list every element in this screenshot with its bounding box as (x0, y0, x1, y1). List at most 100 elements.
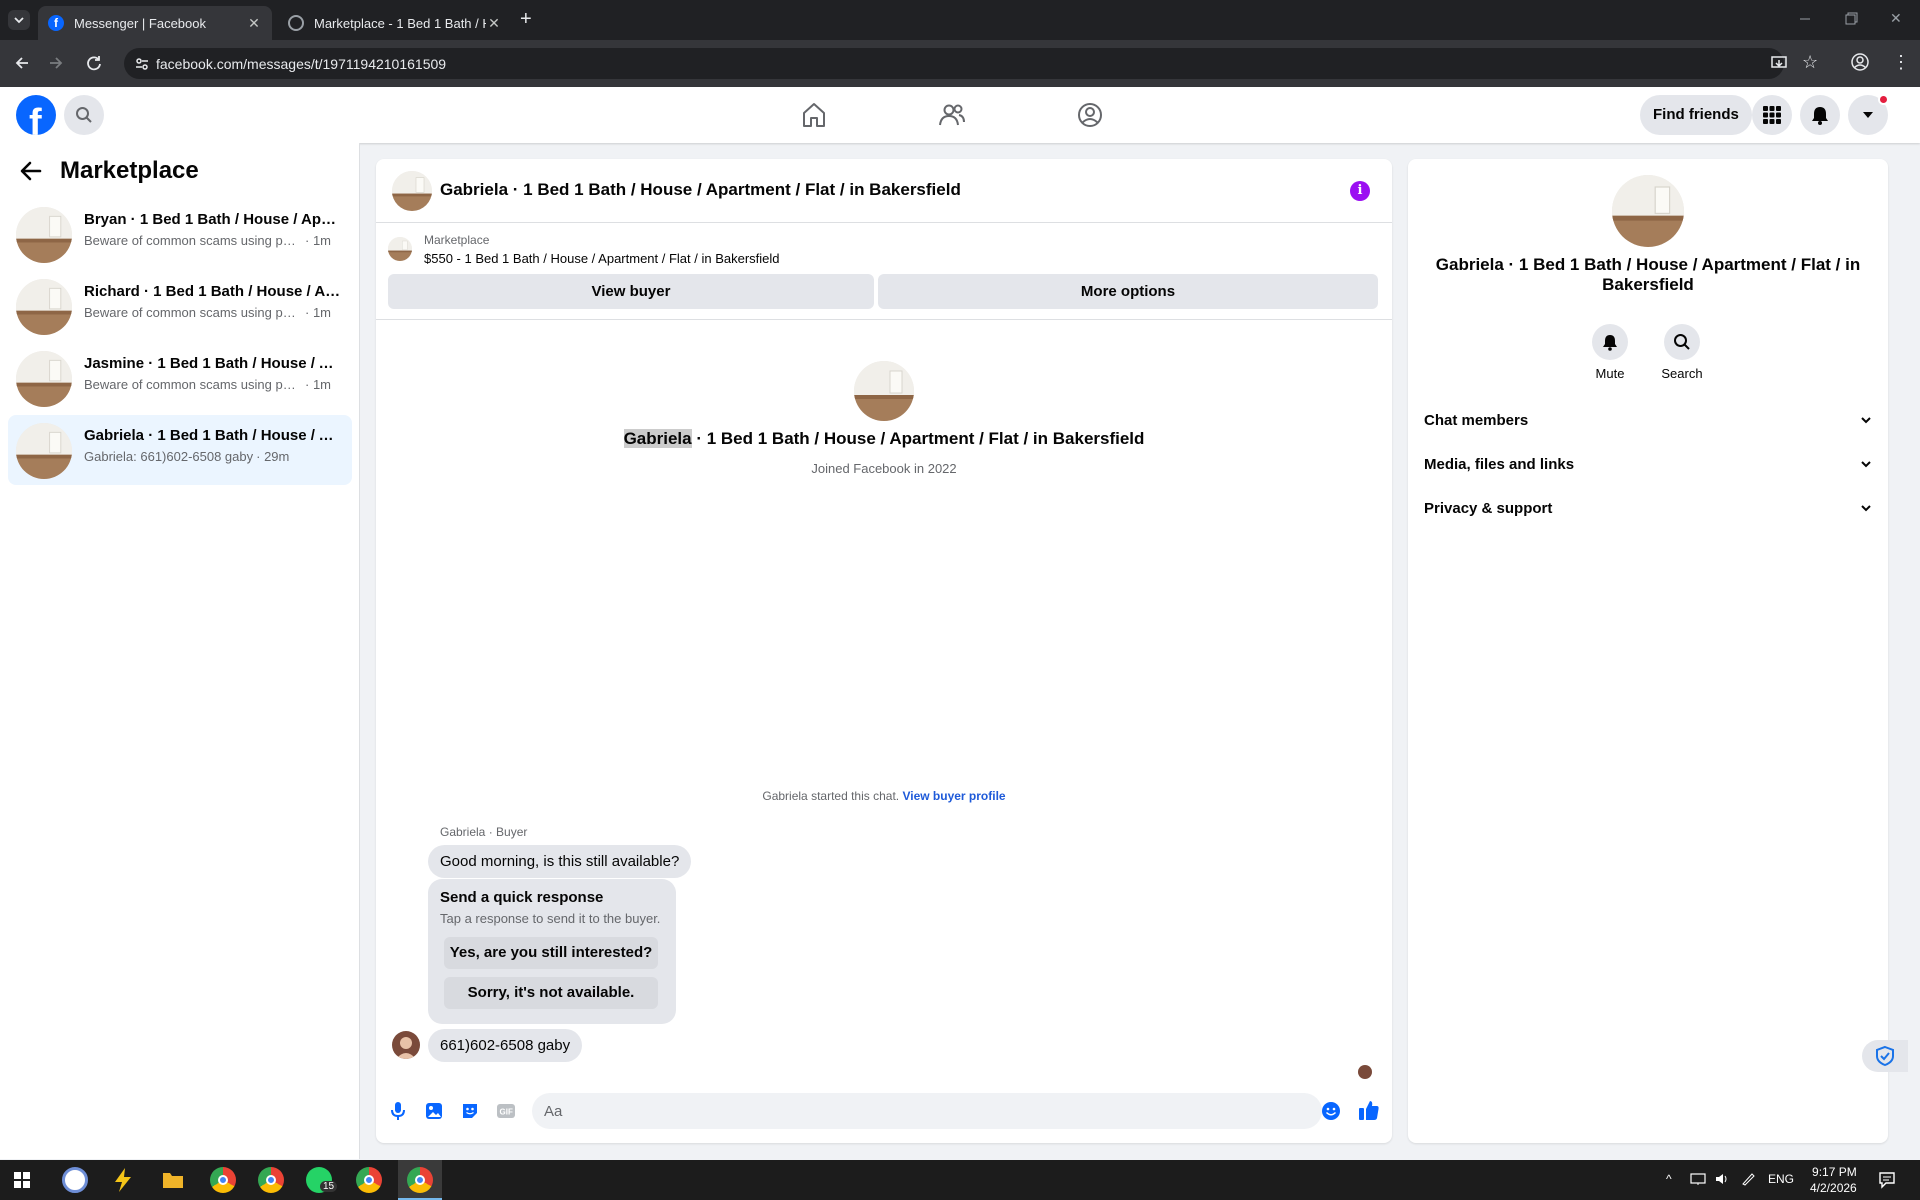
notification-dot-icon (1878, 94, 1889, 105)
header-divider (376, 319, 1392, 320)
whatsapp-badge: 15 (320, 1181, 338, 1192)
message-input[interactable]: Aa (532, 1093, 1322, 1129)
active-chrome-taskbar-item[interactable] (398, 1160, 442, 1200)
view-buyer-profile-link[interactable]: View buyer profile (902, 789, 1005, 803)
more-options-button[interactable]: More options (878, 274, 1378, 309)
tab-marketplace[interactable]: Marketplace - 1 Bed 1 Bath / H ✕ (278, 6, 512, 40)
notifications-bell-icon[interactable] (1800, 95, 1840, 135)
chrome-icon[interactable] (210, 1167, 236, 1193)
new-tab-icon[interactable]: + (520, 8, 532, 31)
search-conversation-button[interactable]: Search (1652, 324, 1712, 381)
section-label: Privacy & support (1424, 499, 1553, 517)
message-composer: GIF Aa (376, 1085, 1392, 1137)
restore-icon[interactable] (1844, 12, 1858, 26)
sidebar-header: Marketplace (18, 157, 199, 185)
language-indicator[interactable]: ENG (1768, 1172, 1794, 1186)
conversation-preview: Beware of common scams using payment app… (84, 233, 331, 248)
windows-taskbar: 15 ^ ENG 9:17 PM 4/2/2026 (0, 1160, 1920, 1200)
pen-icon[interactable] (1740, 1172, 1756, 1186)
chat-avatar[interactable] (392, 171, 432, 211)
volume-icon[interactable] (1714, 1172, 1730, 1186)
browser-menu-icon[interactable]: ⋮ (1892, 52, 1910, 72)
tab-messenger[interactable]: f Messenger | Facebook ✕ (38, 6, 272, 40)
message-bubble[interactable]: Good morning, is this still available? (428, 845, 692, 878)
folder-app-icon[interactable] (160, 1167, 186, 1193)
section-privacy-support[interactable]: Privacy & support (1424, 493, 1872, 523)
friends-icon[interactable] (938, 101, 966, 129)
gif-icon[interactable]: GIF (496, 1101, 516, 1121)
photo-icon[interactable] (424, 1101, 444, 1121)
conversation-snippet: Beware of common scams using payment app… (84, 233, 302, 248)
read-receipt-avatar (1358, 1065, 1372, 1079)
conversation-item[interactable]: Richard · 1 Bed 1 Bath / House / Apartme… (8, 271, 352, 341)
sender-label: Gabriela · Buyer (440, 825, 528, 839)
chrome-icon (407, 1167, 433, 1193)
loading-favicon-icon (288, 15, 304, 31)
conversation-avatar (16, 351, 72, 407)
security-app-icon[interactable] (62, 1167, 88, 1193)
network-icon[interactable] (1690, 1172, 1706, 1186)
chevron-down-icon (1861, 461, 1871, 468)
profile-icon[interactable] (1850, 52, 1870, 72)
sender-avatar[interactable] (392, 1031, 420, 1059)
emoji-icon[interactable] (1321, 1101, 1341, 1121)
intro-name-highlight: Gabriela (623, 429, 692, 448)
account-menu-icon[interactable] (1848, 94, 1889, 135)
quick-response-option[interactable]: Yes, are you still interested? (444, 937, 658, 969)
forward-icon[interactable] (46, 53, 66, 73)
reload-icon[interactable] (84, 53, 104, 73)
conversation-name: Richard · 1 Bed 1 Bath / House / Apartme… (84, 283, 342, 300)
search-icon[interactable] (64, 95, 104, 135)
address-bar[interactable]: facebook.com/messages/t/1971194210161509 (124, 48, 1784, 79)
install-app-icon[interactable] (1770, 54, 1788, 72)
chrome-icon[interactable] (356, 1167, 382, 1193)
close-tab-icon[interactable]: ✕ (246, 15, 262, 31)
microphone-icon[interactable] (388, 1101, 408, 1121)
quick-response-option[interactable]: Sorry, it's not available. (444, 977, 658, 1009)
notification-center-icon[interactable] (1878, 1171, 1896, 1189)
menu-grid-icon[interactable] (1752, 95, 1792, 135)
chrome-icon[interactable] (258, 1167, 284, 1193)
section-media-files-links[interactable]: Media, files and links (1424, 449, 1872, 479)
view-buyer-button[interactable]: View buyer (388, 274, 874, 309)
intro-name-rest: · 1 Bed 1 Bath / House / Apartment / Fla… (691, 429, 1145, 448)
facebook-logo-icon[interactable]: f (16, 95, 56, 135)
profile-circle-icon[interactable] (1076, 101, 1104, 129)
lightning-app-icon[interactable] (110, 1167, 136, 1193)
sticker-icon[interactable] (460, 1101, 480, 1121)
conversation-snippet: Beware of common scams using payment app… (84, 305, 302, 320)
conversation-item[interactable]: Jasmine · 1 Bed 1 Bath / House / Apartme… (8, 343, 352, 413)
conversation-avatar (16, 207, 72, 263)
find-friends-button[interactable]: Find friends (1640, 95, 1752, 135)
profile-avatar[interactable] (1612, 175, 1684, 247)
mute-label: Mute (1595, 366, 1625, 381)
bell-icon (1592, 324, 1628, 360)
conversation-item[interactable]: Bryan · 1 Bed 1 Bath / House / Apartment… (8, 199, 352, 269)
marketplace-conversation-list: Marketplace Bryan · 1 Bed 1 Bath / House… (0, 143, 360, 1159)
site-info-icon[interactable] (134, 56, 150, 72)
close-tab-icon[interactable]: ✕ (486, 15, 502, 31)
chat-title[interactable]: Gabriela · 1 Bed 1 Bath / House / Apartm… (440, 180, 961, 200)
tray-chevron-icon[interactable]: ^ (1666, 1172, 1672, 1186)
started-text: Gabriela started this chat. (762, 789, 903, 803)
back-arrow-icon[interactable] (18, 159, 44, 183)
back-icon[interactable] (12, 53, 32, 73)
mute-button[interactable]: Mute (1580, 324, 1640, 381)
clock[interactable]: 9:17 PM 4/2/2026 (1810, 1164, 1857, 1196)
info-icon[interactable]: i (1350, 181, 1370, 201)
conversation-item[interactable]: Gabriela · 1 Bed 1 Bath / House / Apartm… (8, 415, 352, 485)
tab-search-dropdown-icon[interactable] (8, 10, 30, 30)
bookmark-star-icon[interactable]: ☆ (1802, 52, 1818, 73)
message-bubble[interactable]: 661)602-6508 gaby (428, 1029, 583, 1062)
close-window-icon[interactable]: ✕ (1890, 10, 1902, 27)
section-chat-members[interactable]: Chat members (1424, 405, 1872, 435)
like-thumbs-up-icon[interactable] (1358, 1099, 1380, 1121)
whatsapp-icon[interactable]: 15 (306, 1167, 338, 1193)
minimize-icon[interactable] (1798, 10, 1812, 24)
browser-tab-bar: f Messenger | Facebook ✕ Marketplace - 1… (0, 0, 1920, 40)
security-shield-icon[interactable] (1862, 1040, 1908, 1072)
chevron-down-icon (1861, 417, 1871, 424)
message-placeholder: Aa (544, 1103, 563, 1120)
home-icon[interactable] (800, 101, 828, 129)
windows-start-icon[interactable] (14, 1172, 30, 1188)
